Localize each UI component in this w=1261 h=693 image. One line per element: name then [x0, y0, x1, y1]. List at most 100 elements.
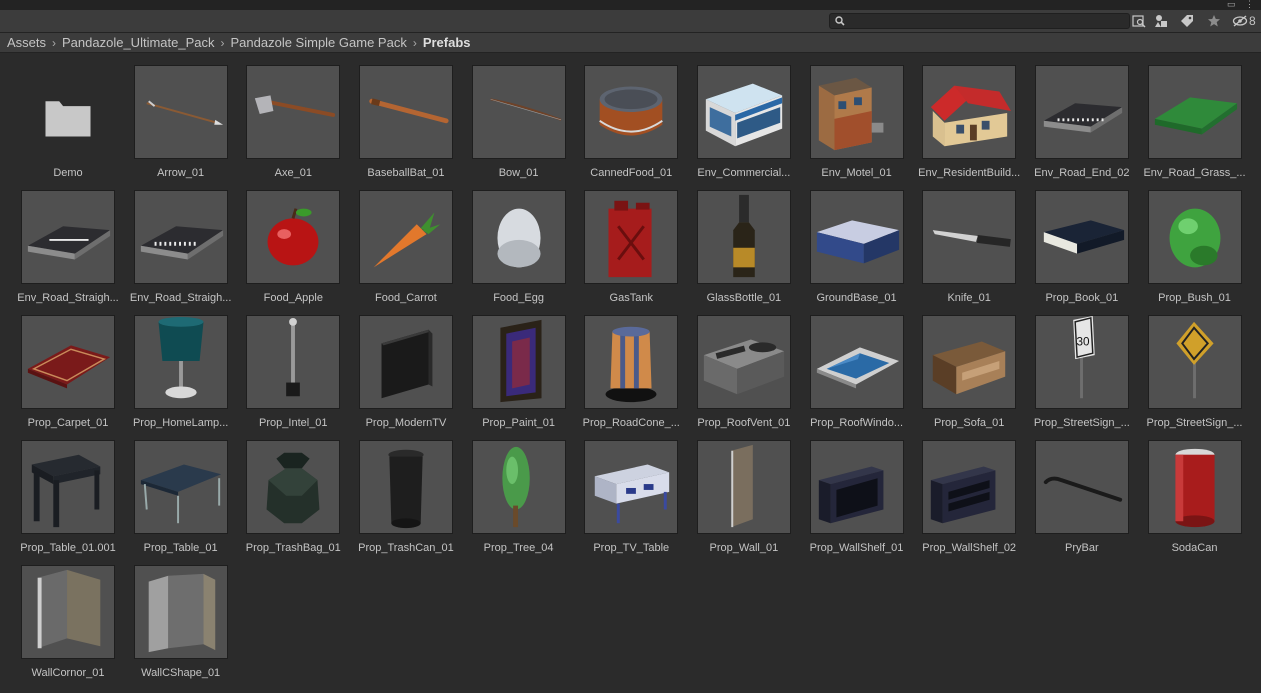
asset-thumbnail[interactable]	[133, 315, 228, 409]
asset-thumbnail[interactable]	[584, 440, 679, 534]
asset-thumbnail[interactable]	[21, 315, 115, 409]
asset-tile[interactable]: GlassBottle_01	[696, 190, 791, 304]
asset-tile[interactable]: Prop_Carpet_01	[21, 315, 115, 429]
asset-tile[interactable]: GasTank	[584, 190, 679, 304]
search-by-label-button[interactable]	[1176, 12, 1198, 30]
asset-thumbnail[interactable]	[471, 190, 566, 284]
asset-tile[interactable]: Bow_01	[471, 65, 566, 179]
asset-thumbnail[interactable]	[1034, 65, 1129, 159]
asset-tile[interactable]: Prop_Tree_04	[471, 440, 566, 554]
asset-thumbnail[interactable]	[696, 315, 791, 409]
asset-tile[interactable]: Prop_Table_01	[133, 440, 228, 554]
asset-tile[interactable]: Knife_01	[922, 190, 1017, 304]
asset-tile[interactable]: Prop_StreetSign_...	[1146, 315, 1243, 429]
asset-thumbnail[interactable]	[1034, 440, 1129, 534]
asset-tile[interactable]: Prop_Book_01	[1034, 190, 1129, 304]
asset-thumbnail[interactable]	[1147, 440, 1242, 534]
asset-thumbnail[interactable]	[246, 315, 341, 409]
asset-thumbnail[interactable]	[471, 315, 566, 409]
asset-thumbnail[interactable]	[584, 190, 679, 284]
maximize-icon[interactable]: ▭	[1227, 0, 1236, 9]
breadcrumb-assets[interactable]: Assets	[7, 35, 46, 50]
asset-thumbnail[interactable]	[21, 565, 115, 659]
asset-tile[interactable]: Env_Road_End_02	[1034, 65, 1130, 179]
asset-thumbnail[interactable]	[1147, 190, 1242, 284]
asset-tile[interactable]: Prop_TrashBag_01	[246, 440, 341, 554]
asset-tile[interactable]: WallCornor_01	[21, 565, 115, 679]
asset-tile[interactable]: Prop_RoofVent_01	[696, 315, 791, 429]
asset-tile[interactable]: Prop_Table_01.001	[20, 440, 116, 554]
asset-tile[interactable]: BaseballBat_01	[358, 65, 453, 179]
asset-tile[interactable]: Prop_WallShelf_01	[809, 440, 904, 554]
asset-tile[interactable]: Demo	[21, 65, 115, 179]
asset-tile[interactable]: Prop_Wall_01	[696, 440, 791, 554]
search-by-type-filter-button[interactable]	[1150, 12, 1172, 30]
breadcrumb-prefabs[interactable]: Prefabs	[423, 35, 471, 50]
asset-tile[interactable]: Prop_RoofWindo...	[809, 315, 904, 429]
asset-thumbnail[interactable]	[21, 190, 115, 284]
asset-thumbnail[interactable]	[809, 440, 904, 534]
asset-tile[interactable]: Prop_TV_Table	[584, 440, 679, 554]
asset-thumbnail[interactable]: 30	[1034, 315, 1129, 409]
asset-tile[interactable]: GroundBase_01	[809, 190, 904, 304]
asset-thumbnail[interactable]	[471, 440, 566, 534]
asset-thumbnail[interactable]	[809, 65, 904, 159]
asset-thumbnail[interactable]	[133, 440, 228, 534]
asset-thumbnail[interactable]	[133, 65, 228, 159]
asset-tile[interactable]: Prop_WallShelf_02	[922, 440, 1017, 554]
asset-tile[interactable]: Prop_Intel_01	[246, 315, 341, 429]
asset-tile[interactable]: SodaCan	[1147, 440, 1242, 554]
search-by-type-button[interactable]	[1128, 12, 1150, 30]
asset-thumbnail[interactable]	[922, 315, 1017, 409]
asset-tile[interactable]: Env_Commercial...	[696, 65, 791, 179]
asset-tile[interactable]: Prop_TrashCan_01	[358, 440, 454, 554]
asset-tile[interactable]: Env_Road_Grass_...	[1143, 65, 1246, 179]
asset-tile[interactable]: Prop_HomeLamp...	[133, 315, 228, 429]
asset-tile[interactable]: Prop_RoadCone_...	[583, 315, 680, 429]
asset-tile[interactable]: Food_Carrot	[358, 190, 453, 304]
asset-tile[interactable]: Arrow_01	[133, 65, 228, 179]
asset-thumbnail[interactable]	[471, 65, 566, 159]
asset-thumbnail[interactable]	[246, 190, 341, 284]
hidden-packages-toggle[interactable]: 8	[1232, 12, 1256, 30]
asset-tile[interactable]: PryBar	[1034, 440, 1129, 554]
asset-thumbnail[interactable]	[246, 440, 341, 534]
asset-thumbnail[interactable]	[21, 65, 115, 159]
asset-tile[interactable]: Food_Egg	[471, 190, 566, 304]
asset-tile[interactable]: Env_Road_Straigh...	[130, 190, 231, 304]
asset-tile[interactable]: Prop_ModernTV	[358, 315, 453, 429]
search-input[interactable]	[848, 14, 1118, 28]
asset-thumbnail[interactable]	[922, 440, 1017, 534]
asset-tile[interactable]: Prop_Paint_01	[471, 315, 566, 429]
favorites-button[interactable]	[1203, 12, 1225, 30]
asset-thumbnail[interactable]	[922, 65, 1017, 159]
asset-thumbnail[interactable]	[809, 190, 904, 284]
asset-tile[interactable]: Axe_01	[246, 65, 341, 179]
asset-thumbnail[interactable]	[246, 65, 341, 159]
asset-thumbnail[interactable]	[696, 190, 791, 284]
asset-tile[interactable]: 30 Prop_StreetSign_...	[1034, 315, 1130, 429]
asset-tile[interactable]: Env_Motel_01	[809, 65, 904, 179]
asset-thumbnail[interactable]	[922, 190, 1017, 284]
asset-tile[interactable]: Env_ResidentBuild...	[918, 65, 1020, 179]
asset-thumbnail[interactable]	[21, 440, 115, 534]
breadcrumb-simple-game-pack[interactable]: Pandazole Simple Game Pack	[231, 35, 407, 50]
asset-thumbnail[interactable]	[358, 440, 453, 534]
asset-thumbnail[interactable]	[696, 440, 791, 534]
asset-tile[interactable]: Env_Road_Straigh...	[17, 190, 119, 304]
asset-tile[interactable]: Food_Apple	[246, 190, 341, 304]
more-options-icon[interactable]: ⋮	[1245, 0, 1254, 9]
asset-thumbnail[interactable]	[696, 65, 791, 159]
asset-thumbnail[interactable]	[809, 315, 904, 409]
asset-thumbnail[interactable]	[358, 315, 453, 409]
asset-thumbnail[interactable]	[584, 315, 679, 409]
asset-tile[interactable]: WallCShape_01	[133, 565, 228, 679]
asset-thumbnail[interactable]	[133, 190, 228, 284]
asset-thumbnail[interactable]	[358, 65, 453, 159]
search-field[interactable]	[829, 13, 1130, 29]
breadcrumb-pandazole-ultimate-pack[interactable]: Pandazole_Ultimate_Pack	[62, 35, 214, 50]
asset-thumbnail[interactable]	[358, 190, 453, 284]
asset-thumbnail[interactable]	[1147, 315, 1242, 409]
asset-tile[interactable]: CannedFood_01	[584, 65, 679, 179]
asset-tile[interactable]: Prop_Bush_01	[1147, 190, 1242, 304]
